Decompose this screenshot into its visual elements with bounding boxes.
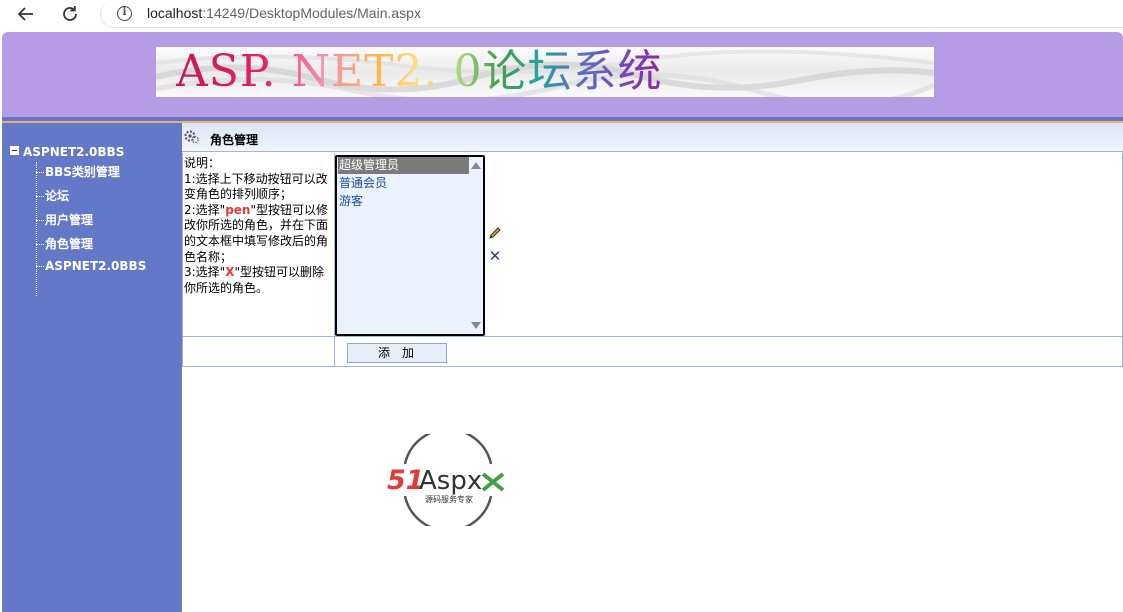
sidebar-item-label[interactable]: BBS类别管理 xyxy=(45,165,120,179)
address-bar[interactable]: i localhost:14249/DesktopModules/Main.as… xyxy=(100,0,1123,28)
role-form-table: 说明： 1:选择上下移动按钮可以改变角色的排列顺序； 2:选择"pen"型按钮可… xyxy=(182,153,1123,367)
tree-root[interactable]: ASPNET2.0BBS xyxy=(10,145,124,159)
reload-icon[interactable] xyxy=(58,3,82,25)
url-text[interactable]: localhost:14249/DesktopModules/Main.aspx xyxy=(147,5,421,21)
pen-edit-icon[interactable] xyxy=(487,225,503,241)
sidebar-item-label[interactable]: 用户管理 xyxy=(45,213,93,227)
role-option-member[interactable]: 普通会员 xyxy=(338,175,469,192)
instructions-step-1: 1:选择上下移动按钮可以改变角色的排列顺序； xyxy=(184,171,328,202)
collapse-icon[interactable] xyxy=(10,146,19,155)
delete-x-icon[interactable]: ✕ xyxy=(487,248,503,264)
main-content: 角色管理 说明： 1:选择上下移动按钮可以改变角色的排列顺序； 2:选择"pen… xyxy=(182,123,1123,612)
banner-title: ASP. NET2. 0论坛系统 xyxy=(176,47,663,97)
sidebar-item-home[interactable]: ASPNET2.0BBS xyxy=(36,259,146,273)
browser-toolbar: i localhost:14249/DesktopModules/Main.as… xyxy=(0,0,1123,30)
instructions-step-2-pre: 2:选择" xyxy=(184,202,226,217)
sidebar-item-roles[interactable]: 角色管理 xyxy=(36,235,93,252)
site-header: ASP. NET2. 0论坛系统 xyxy=(2,32,1123,117)
sidebar: ASPNET2.0BBS BBS类别管理 论坛 用户管理 角色管理 ASPNET… xyxy=(2,123,182,612)
gear-icon xyxy=(184,130,199,144)
section-header: 角色管理 xyxy=(182,123,1123,152)
instructions-step-2: 2:选择"pen"型按钮可以修改你所选的角色，并在下面的文本框中填写修改后的角色… xyxy=(184,203,328,264)
logo-brand-aspx: Aspx xyxy=(419,466,482,496)
info-icon[interactable]: i xyxy=(117,6,132,21)
instructions-step-3-pre: 3:选择" xyxy=(184,265,226,280)
sidebar-item-bbs-category[interactable]: BBS类别管理 xyxy=(36,163,120,180)
role-option-guest[interactable]: 游客 xyxy=(338,193,469,210)
table-row-divider xyxy=(183,336,1122,337)
instructions-step-3: 3:选择"X"型按钮可以删除你所选的角色。 xyxy=(184,265,324,295)
sidebar-item-label[interactable]: 论坛 xyxy=(45,189,69,203)
page: ASP. NET2. 0论坛系统 ASPNET2.0BBS BBS类别管理 论坛… xyxy=(2,32,1123,612)
tree-root-label[interactable]: ASPNET2.0BBS xyxy=(23,145,124,159)
site-banner: ASP. NET2. 0论坛系统 xyxy=(156,47,934,97)
sidebar-item-label[interactable]: ASPNET2.0BBS xyxy=(45,259,146,273)
instructions-text: 说明： 1:选择上下移动按钮可以改变角色的排列顺序； 2:选择"pen"型按钮可… xyxy=(184,156,332,296)
scroll-up-arrow-icon[interactable] xyxy=(471,162,481,169)
51aspx-logo: 51 Aspx 源码服务专家 xyxy=(387,434,505,526)
logo-slogan: 源码服务专家 xyxy=(425,494,473,504)
page-title: 角色管理 xyxy=(210,133,259,147)
back-arrow-icon[interactable] xyxy=(14,3,38,25)
sidebar-item-users[interactable]: 用户管理 xyxy=(36,211,93,228)
instructions-step-2-keyword: pen xyxy=(225,202,251,217)
role-option-super-admin[interactable]: 超级管理员 xyxy=(338,157,469,174)
sidebar-item-label[interactable]: 角色管理 xyxy=(45,237,93,251)
sidebar-item-forum[interactable]: 论坛 xyxy=(36,187,69,204)
scroll-down-arrow-icon[interactable] xyxy=(471,322,481,329)
tree-connector xyxy=(36,162,37,296)
instructions-heading: 说明： xyxy=(184,156,221,170)
add-button[interactable]: 添加 xyxy=(347,343,447,363)
role-listbox[interactable]: 超级管理员 普通会员 游客 xyxy=(335,155,485,336)
